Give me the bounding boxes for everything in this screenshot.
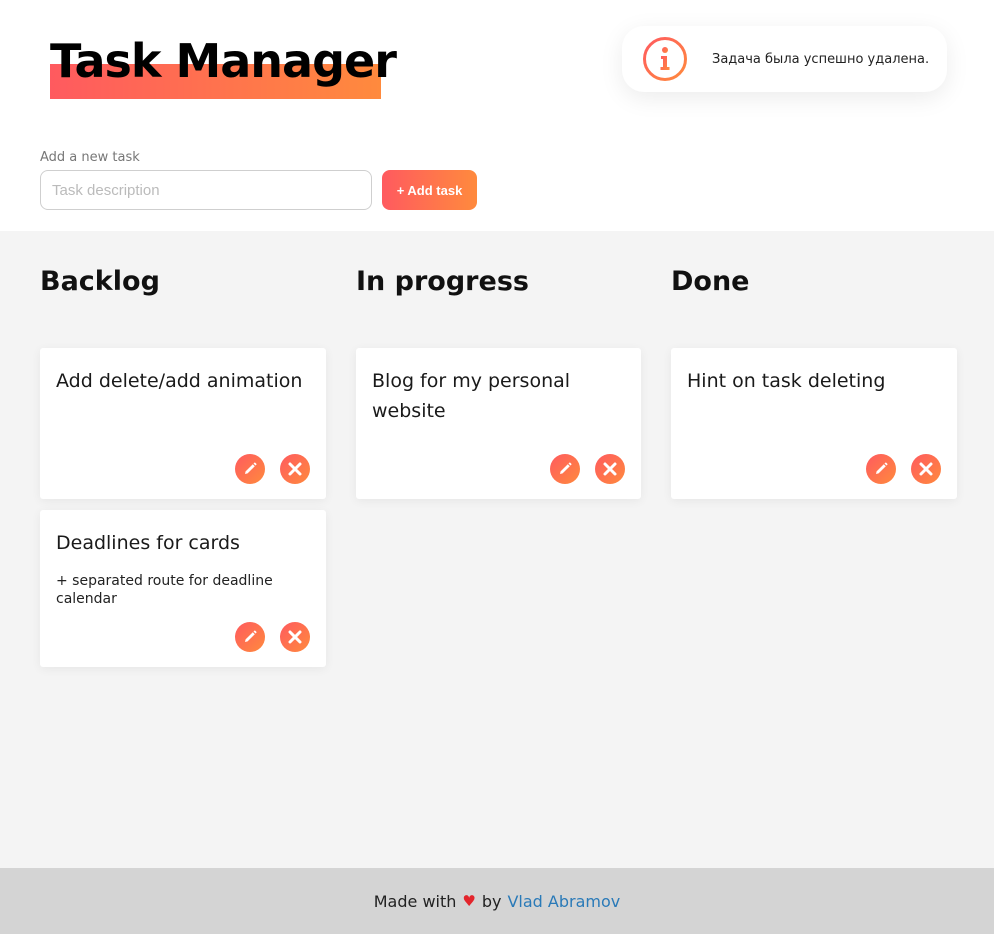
task-card[interactable]: Blog for my personal website	[356, 348, 641, 499]
pencil-icon	[245, 630, 257, 642]
task-card-description: + separated route for deadline calendar	[56, 573, 273, 607]
close-icon	[919, 462, 933, 476]
task-card-title: Add delete/add animation	[56, 370, 303, 392]
notification-toast: Задача была успешно удалена.	[622, 26, 947, 92]
edit-task-button[interactable]	[550, 454, 580, 484]
pencil-icon	[560, 462, 572, 474]
task-card[interactable]: Deadlines for cards + separated route fo…	[40, 510, 326, 667]
close-icon	[288, 630, 302, 644]
author-link[interactable]: Vlad Abramov	[507, 892, 620, 911]
close-icon	[288, 462, 302, 476]
column-title-done: Done	[671, 266, 750, 297]
column-title-backlog: Backlog	[40, 266, 160, 297]
task-description-input[interactable]	[40, 170, 372, 210]
add-task-button[interactable]: + Add task	[382, 170, 477, 210]
task-card[interactable]: Hint on task deleting	[671, 348, 957, 499]
toast-message: Задача была успешно удалена.	[712, 51, 930, 67]
info-icon	[643, 37, 687, 81]
task-card-title: Blog for my personal website	[372, 370, 571, 422]
task-card-title: Deadlines for cards	[56, 532, 240, 554]
add-task-form: Add a new task + Add task	[0, 130, 994, 231]
task-card[interactable]: Add delete/add animation	[40, 348, 326, 499]
pencil-icon	[245, 462, 257, 474]
edit-task-button[interactable]	[235, 622, 265, 652]
delete-task-button[interactable]	[911, 454, 941, 484]
task-card-title: Hint on task deleting	[687, 370, 886, 392]
pencil-icon	[876, 462, 888, 474]
close-icon	[603, 462, 617, 476]
header: Task Manager Задача была успешно удалена…	[0, 0, 994, 130]
edit-task-button[interactable]	[235, 454, 265, 484]
footer: Made with ♥ by Vlad Abramov	[0, 868, 994, 934]
edit-task-button[interactable]	[866, 454, 896, 484]
column-title-in-progress: In progress	[356, 266, 529, 297]
footer-by: by	[481, 891, 502, 911]
footer-made-with: Made with	[373, 891, 457, 911]
delete-task-button[interactable]	[280, 622, 310, 652]
heart-icon: ♥	[462, 892, 476, 910]
delete-task-button[interactable]	[280, 454, 310, 484]
delete-task-button[interactable]	[595, 454, 625, 484]
app-title: Task Manager	[50, 34, 397, 88]
task-input-label: Add a new task	[40, 150, 140, 165]
